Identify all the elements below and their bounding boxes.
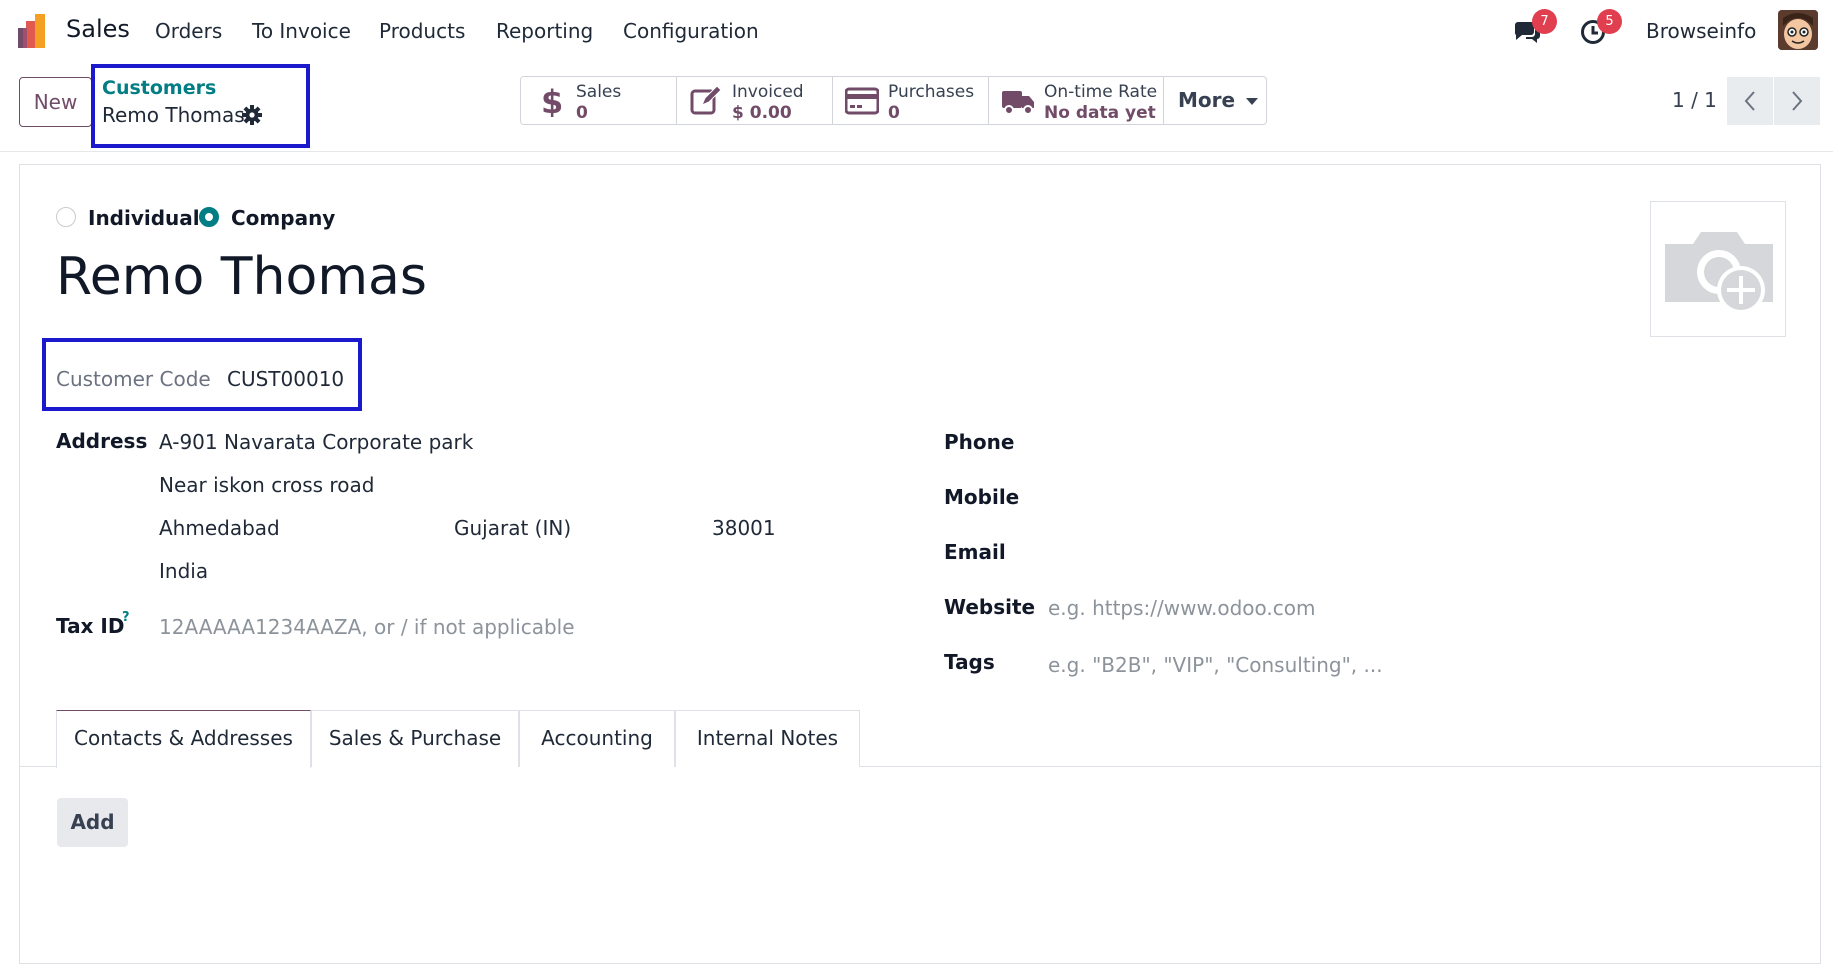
caret-down-icon <box>1246 97 1259 105</box>
more-button[interactable]: More <box>1164 77 1266 124</box>
smart-value-purchases: 0 <box>888 103 900 123</box>
phone-label: Phone <box>944 430 1015 454</box>
gear-icon[interactable] <box>241 104 263 126</box>
smart-value-invoiced: $ 0.00 <box>732 103 792 123</box>
customer-code-label: Customer Code <box>56 367 211 391</box>
smart-button-on-time-rate[interactable]: On-time Rate No data yet <box>989 77 1164 124</box>
smart-label-purchases: Purchases <box>888 82 975 102</box>
chevron-left-icon <box>1744 91 1755 111</box>
street2-field[interactable]: Near iskon cross road <box>159 473 374 497</box>
breadcrumb-current: Remo Thomas <box>102 103 245 127</box>
partner-name-field[interactable]: Remo Thomas <box>56 247 427 307</box>
tags-field[interactable]: e.g. "B2B", "VIP", "Consulting", ... <box>1048 653 1383 677</box>
customer-code-value[interactable]: CUST00010 <box>227 367 344 391</box>
user-name[interactable]: Browseinfo <box>1646 19 1756 43</box>
tab-internal-notes[interactable]: Internal Notes <box>675 710 860 767</box>
app-name[interactable]: Sales <box>66 15 130 43</box>
zip-field[interactable]: 38001 <box>712 516 776 540</box>
smart-label-sales: Sales <box>576 82 622 102</box>
tab-accounting[interactable]: Accounting <box>519 710 675 767</box>
more-label: More <box>1178 88 1236 112</box>
tab-contacts-addresses[interactable]: Contacts & Addresses <box>56 710 311 768</box>
tab-sales-purchase[interactable]: Sales & Purchase <box>311 710 519 767</box>
country-field[interactable]: India <box>159 559 208 583</box>
tax-id-help-icon[interactable]: ? <box>122 610 130 625</box>
edit-icon <box>690 85 722 115</box>
dollar-icon: $ <box>541 85 563 117</box>
add-contact-button[interactable]: Add <box>57 798 128 847</box>
control-panel: New Customers Remo Thomas $ Sales 0 Invo… <box>0 62 1833 152</box>
pager-value[interactable]: 1 / 1 <box>1672 88 1717 112</box>
radio-individual[interactable] <box>56 207 76 227</box>
image-upload[interactable] <box>1650 201 1786 337</box>
svg-text:$: $ <box>541 85 563 117</box>
menu-to-invoice[interactable]: To Invoice <box>252 19 351 43</box>
camera-add-icon <box>1665 232 1773 314</box>
pager-previous-button[interactable] <box>1727 77 1773 125</box>
chevron-right-icon <box>1792 91 1803 111</box>
tags-label: Tags <box>944 650 995 674</box>
website-label: Website <box>944 595 1036 619</box>
truck-icon <box>1002 91 1034 115</box>
form-sheet: Individual Company Remo Thomas Customer … <box>19 164 1822 964</box>
radio-company[interactable] <box>199 207 219 227</box>
breadcrumb-customers[interactable]: Customers <box>102 77 216 99</box>
smart-value-sales: 0 <box>576 103 588 123</box>
tax-id-label: Tax ID <box>56 614 125 638</box>
menu-orders[interactable]: Orders <box>155 19 222 43</box>
menu-reporting[interactable]: Reporting <box>496 19 593 43</box>
smart-button-sales[interactable]: $ Sales 0 <box>521 77 677 124</box>
tax-id-field[interactable]: 12AAAAA1234AAZA, or / if not applicable <box>159 615 575 639</box>
smart-button-invoiced[interactable]: Invoiced $ 0.00 <box>677 77 833 124</box>
menu-products[interactable]: Products <box>379 19 465 43</box>
smart-button-purchases[interactable]: Purchases 0 <box>833 77 989 124</box>
pager-next-button[interactable] <box>1774 77 1820 125</box>
user-avatar[interactable] <box>1778 10 1818 50</box>
address-label: Address <box>56 429 148 453</box>
top-navbar: Sales Orders To Invoice Products Reporti… <box>0 0 1833 62</box>
menu-configuration[interactable]: Configuration <box>623 19 759 43</box>
new-button[interactable]: New <box>19 77 92 127</box>
radio-label-individual[interactable]: Individual <box>88 206 200 230</box>
smart-label-on-time-rate: On-time Rate <box>1044 82 1158 102</box>
street-field[interactable]: A-901 Navarata Corporate park <box>159 430 473 454</box>
messages-badge: 7 <box>1532 9 1557 34</box>
email-label: Email <box>944 540 1006 564</box>
sales-app-logo-icon[interactable] <box>18 12 52 48</box>
credit-card-icon <box>845 87 879 115</box>
activities-badge: 5 <box>1597 9 1622 34</box>
smart-label-invoiced: Invoiced <box>732 82 804 102</box>
smart-value-on-time-rate: No data yet <box>1044 103 1156 123</box>
smart-buttons: $ Sales 0 Invoiced $ 0.00 Purchases 0 On… <box>520 76 1267 125</box>
mobile-label: Mobile <box>944 485 1020 509</box>
radio-label-company[interactable]: Company <box>231 206 335 230</box>
state-field[interactable]: Gujarat (IN) <box>454 516 571 540</box>
website-field[interactable]: e.g. https://www.odoo.com <box>1048 596 1315 620</box>
city-field[interactable]: Ahmedabad <box>159 516 280 540</box>
